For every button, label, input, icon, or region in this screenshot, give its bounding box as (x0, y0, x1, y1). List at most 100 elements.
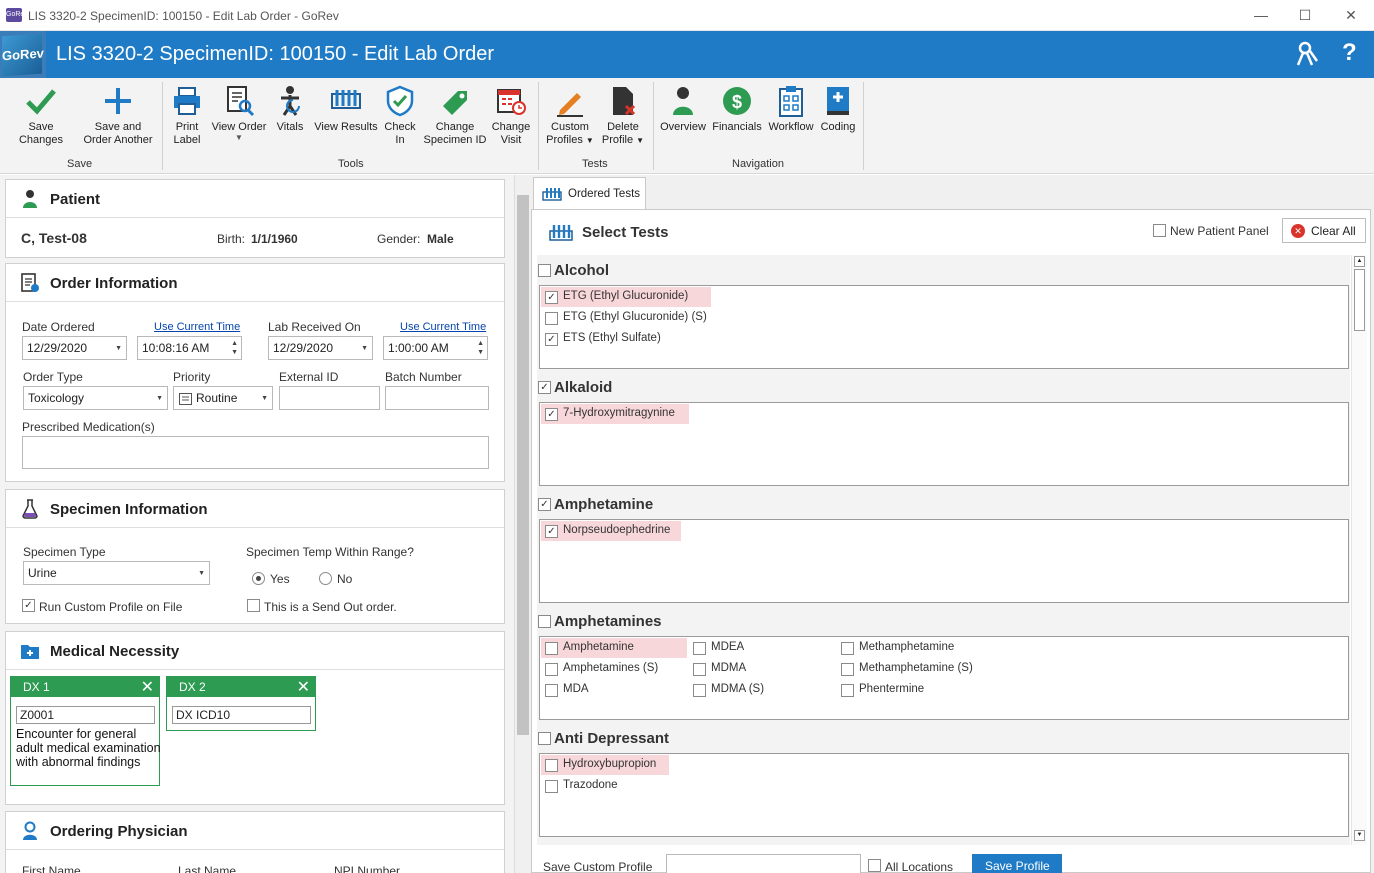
lab-received-date-input[interactable]: 12/29/2020 ▼ (268, 336, 373, 360)
group-checkbox-anti-depressant[interactable] (538, 732, 551, 745)
coding-button[interactable]: Coding (818, 84, 858, 134)
scrollbar-thumb[interactable] (517, 195, 529, 735)
custom-profile-name-input[interactable] (666, 854, 861, 873)
chevron-down-icon[interactable]: ▼ (198, 570, 205, 577)
run-custom-profile-checkbox[interactable]: ✓ (22, 599, 35, 612)
scroll-up-icon[interactable]: ▲ (1354, 256, 1365, 267)
dx-2-label: DX 2 (179, 680, 206, 694)
test-item[interactable]: Hydroxybupropion (541, 755, 669, 775)
tab-ordered-tests[interactable]: Ordered Tests (533, 177, 646, 210)
test-item[interactable]: ✓ ETG (Ethyl Glucuronide) (541, 287, 711, 307)
test-checkbox[interactable] (693, 663, 706, 676)
use-current-time-link-2[interactable]: Use Current Time (400, 321, 486, 333)
clear-all-button[interactable]: ✕ Clear All (1282, 218, 1366, 243)
test-checkbox[interactable] (841, 684, 854, 697)
test-item[interactable]: ✓ Norpseudoephedrine (541, 521, 681, 541)
lab-received-time-input[interactable]: 1:00:00 AM ▲ ▼ (383, 336, 488, 360)
scrollbar-thumb[interactable] (1354, 269, 1365, 331)
test-checkbox[interactable] (545, 663, 558, 676)
group-checkbox-amphetamine[interactable]: ✓ (538, 498, 551, 511)
test-item[interactable]: ✓ 7-Hydroxymitragynine (541, 404, 689, 424)
save-changes-button[interactable]: Save Changes (5, 84, 77, 147)
help-icon[interactable]: ? (1342, 39, 1357, 67)
test-item[interactable]: Trazodone (541, 776, 669, 796)
spinner-icon[interactable]: ▲ ▼ (231, 339, 238, 357)
doctor-icon (23, 821, 37, 840)
test-checkbox[interactable] (545, 759, 558, 772)
overview-button[interactable]: Overview (658, 84, 708, 134)
minimize-button[interactable]: — (1251, 6, 1271, 24)
new-patient-panel-checkbox[interactable] (1153, 224, 1166, 237)
test-checkbox[interactable] (841, 663, 854, 676)
left-panel-scrollbar[interactable] (514, 175, 531, 873)
test-checkbox[interactable]: ✓ (545, 291, 558, 304)
change-visit-button[interactable]: Change Visit (490, 84, 532, 147)
prescribed-medications-input[interactable] (22, 436, 489, 469)
tests-scrollbar[interactable]: ▲ ▼ (1351, 255, 1367, 845)
test-item[interactable]: MDA (541, 680, 687, 700)
use-current-time-link[interactable]: Use Current Time (154, 321, 240, 333)
save-profile-button[interactable]: Save Profile (972, 854, 1062, 873)
save-and-order-another-button[interactable]: Save and Order Another (80, 84, 156, 147)
view-results-button[interactable]: View Results (313, 84, 379, 134)
chevron-down-icon[interactable]: ▼ (261, 395, 268, 402)
print-label-button[interactable]: Print Label (168, 84, 206, 147)
group-checkbox-alkaloid[interactable]: ✓ (538, 381, 551, 394)
test-item[interactable]: Phentermine (837, 680, 997, 700)
maximize-button[interactable]: ☐ (1295, 6, 1315, 24)
close-icon[interactable]: ✕ (297, 677, 310, 697)
batch-number-input[interactable] (385, 386, 489, 410)
coding-label: Coding (820, 121, 856, 133)
external-id-input[interactable] (279, 386, 380, 410)
chevron-down-icon[interactable]: ▼ (156, 395, 163, 402)
test-item[interactable]: Amphetamine (541, 638, 687, 658)
dx-2-code-input[interactable]: DX ICD10 (172, 706, 311, 724)
order-type-select[interactable]: Toxicology ▼ (23, 386, 168, 410)
test-item[interactable]: ✓ ETS (Ethyl Sulfate) (541, 329, 711, 349)
time-ordered-input[interactable]: 10:08:16 AM ▲ ▼ (137, 336, 242, 360)
delete-profile-button[interactable]: Delete Profile ▼ (598, 84, 648, 147)
test-checkbox[interactable]: ✓ (545, 408, 558, 421)
specimen-type-select[interactable]: Urine ▼ (23, 561, 210, 585)
chevron-down-icon[interactable]: ▼ (361, 345, 368, 352)
test-checkbox[interactable] (693, 642, 706, 655)
test-item[interactable]: MDMA (689, 659, 835, 679)
test-checkbox[interactable]: ✓ (545, 525, 558, 538)
test-checkbox[interactable] (841, 642, 854, 655)
change-specimen-id-button[interactable]: Change Specimen ID (422, 84, 488, 147)
custom-profiles-button[interactable]: Custom Profiles ▼ (544, 84, 596, 147)
financials-button[interactable]: $ Financials (711, 84, 763, 134)
all-locations-checkbox[interactable] (868, 859, 881, 872)
chevron-down-icon[interactable]: ▼ (115, 345, 122, 352)
dx-1-code-input[interactable]: Z0001 (16, 706, 155, 724)
test-checkbox[interactable] (545, 780, 558, 793)
vitals-button[interactable]: Vitals (272, 84, 308, 134)
group-checkbox-amphetamines[interactable] (538, 615, 551, 628)
test-item[interactable]: Methamphetamine (S) (837, 659, 997, 679)
view-order-button[interactable]: View Order ▼ (210, 84, 268, 142)
test-item[interactable]: Amphetamines (S) (541, 659, 687, 679)
temp-yes-radio[interactable] (252, 572, 265, 585)
chevron-down-icon: ▼ (636, 136, 645, 145)
priority-select[interactable]: Routine ▼ (173, 386, 273, 410)
test-checkbox[interactable] (545, 642, 558, 655)
test-item[interactable]: Methamphetamine (837, 638, 997, 658)
user-key-icon[interactable] (1295, 41, 1319, 74)
test-checkbox[interactable] (545, 312, 558, 325)
send-out-checkbox[interactable] (247, 599, 260, 612)
workflow-button[interactable]: Workflow (766, 84, 816, 134)
check-in-button[interactable]: Check In (382, 84, 418, 147)
scroll-down-icon[interactable]: ▼ (1354, 830, 1365, 841)
test-checkbox[interactable] (693, 684, 706, 697)
date-ordered-input[interactable]: 12/29/2020 ▼ (22, 336, 127, 360)
test-item[interactable]: MDMA (S) (689, 680, 835, 700)
test-item[interactable]: ETG (Ethyl Glucuronide) (S) (541, 308, 741, 328)
temp-no-radio[interactable] (319, 572, 332, 585)
test-item[interactable]: MDEA (689, 638, 835, 658)
test-checkbox[interactable]: ✓ (545, 333, 558, 346)
close-window-button[interactable]: ✕ (1341, 6, 1361, 24)
close-icon[interactable]: ✕ (141, 677, 154, 697)
spinner-icon[interactable]: ▲ ▼ (477, 339, 484, 357)
group-checkbox-alcohol[interactable] (538, 264, 551, 277)
test-checkbox[interactable] (545, 684, 558, 697)
